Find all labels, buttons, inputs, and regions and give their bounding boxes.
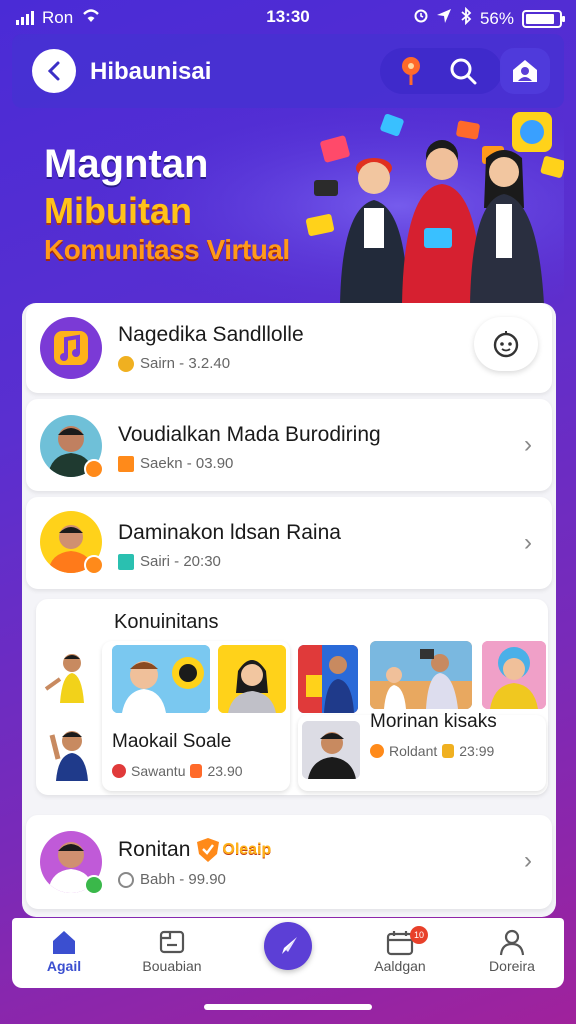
nav-label: Bouabian (142, 958, 202, 974)
folder-icon (159, 930, 185, 954)
nav-label: Agail (46, 958, 82, 974)
ticket-icon (442, 744, 455, 758)
battery-fill (526, 13, 554, 24)
status-bar: Ron 13:30 56% (0, 0, 576, 34)
list-item[interactable]: Nagedika Sandllolle Sairn - 3.2.40 (26, 303, 552, 393)
community-thumbnail (112, 645, 210, 713)
list-item[interactable]: Ronitan Oleaip Babh - 99.90 › (26, 815, 552, 909)
status-right: 56% (414, 6, 565, 30)
promo-banner[interactable]: Magntan Mibuitan Komunitass Virtual (12, 108, 564, 304)
status-badge (84, 555, 104, 575)
home-indicator[interactable] (204, 1004, 372, 1010)
item-title: Daminakon ldsan Raina (118, 521, 341, 544)
nav-label: Doreira (489, 958, 535, 974)
back-button[interactable] (32, 49, 76, 93)
flag-icon (118, 553, 134, 570)
search-icon (450, 58, 477, 85)
badge-icon (370, 744, 384, 758)
chevron-right-icon: › (524, 847, 532, 874)
item-subtitle: Sairi - 20:30 (118, 553, 221, 570)
clock-icon (118, 871, 134, 888)
notification-badge: 10 (410, 926, 428, 944)
chevron-left-icon (47, 61, 60, 81)
waving-kid-figure (44, 654, 84, 703)
status-badge (84, 459, 104, 479)
tag-label: Oleaip (222, 841, 272, 858)
send-icon (282, 937, 297, 954)
item-subtitle: Sairn - 3.2.40 (118, 355, 230, 372)
item-title: Nagedika Sandllolle (118, 323, 304, 346)
card-author: Sawantu (131, 763, 186, 779)
avatar (302, 721, 360, 779)
app-header: Hibaunisai (12, 34, 564, 108)
card-meta: Sawantu 23.90 (112, 763, 243, 779)
item-title-row: Ronitan Oleaip (118, 837, 271, 863)
user-house-icon (513, 60, 537, 82)
chevron-right-icon: › (524, 529, 532, 556)
card-title: Morinan kisaks (370, 711, 497, 732)
card-count: 23.90 (207, 763, 243, 779)
ticket-icon (190, 764, 203, 778)
battery-icon (522, 9, 565, 28)
item-title: Ronitan (118, 838, 191, 861)
map-pin-icon (402, 57, 420, 85)
battery-percent: 56% (479, 8, 514, 28)
community-section: Konuinitans Maokail Soale Sawantu 23.90 (36, 599, 548, 795)
card-author: Roldant (389, 743, 438, 759)
location-icon (436, 8, 452, 29)
item-meta: Saekn - 03.90 (140, 455, 234, 472)
location-pin-button[interactable] (396, 56, 426, 86)
item-meta: Sairi - 20:30 (140, 553, 221, 570)
shield-icon (197, 838, 220, 862)
bluetooth-icon (460, 6, 472, 30)
nav-profile[interactable]: Doreira (462, 926, 562, 974)
chevron-right-icon: › (524, 431, 532, 458)
music-app-icon (40, 317, 102, 379)
coin-icon (118, 355, 134, 372)
nav-home[interactable]: Agail (14, 926, 114, 974)
card-title: Maokail Soale (112, 731, 232, 752)
user-icon (499, 929, 525, 956)
card-count: 23:99 (459, 743, 495, 759)
list-item[interactable]: Daminakon ldsan Raina Sairi - 20:30 › (26, 497, 552, 589)
community-thumbnail (218, 645, 286, 713)
grid-icon (118, 455, 134, 472)
alarm-icon (414, 8, 428, 29)
tag-badge: Oleaip (196, 837, 271, 863)
cheering-kid-figure (49, 731, 88, 781)
page-title: Hibaunisai (90, 58, 212, 85)
banner-subtitle: Mibuitan (44, 190, 192, 231)
chat-bot-button[interactable] (474, 317, 538, 371)
card-meta: Roldant 23:99 (370, 743, 494, 759)
item-subtitle: Saekn - 03.90 (118, 455, 233, 472)
account-button[interactable] (500, 48, 550, 94)
community-card[interactable]: Maokail Soale Sawantu 23.90 (102, 641, 290, 791)
online-badge (84, 875, 104, 895)
nav-label: Aaldgan (374, 958, 426, 974)
create-button[interactable] (264, 922, 312, 970)
banner-tagline: Komunitass Virtual (44, 234, 290, 265)
community-thumbnail[interactable] (298, 645, 358, 713)
item-subtitle: Babh - 99.90 (118, 871, 226, 888)
bottom-navigation: Agail Bouabian 10 Aaldgan Doreira (12, 918, 564, 988)
item-meta: Sairn - 3.2.40 (140, 355, 231, 372)
community-card[interactable]: Morinan kisaks Roldant 23:99 (298, 711, 546, 791)
banner-title: Magntan (44, 142, 209, 186)
item-meta: Babh - 99.90 (140, 871, 226, 888)
community-thumbnail[interactable] (482, 641, 546, 709)
community-thumbnail[interactable] (370, 641, 472, 709)
search-button[interactable] (446, 54, 480, 88)
nav-notifications[interactable]: 10 Aaldgan (350, 926, 450, 974)
heart-badge-icon (112, 764, 126, 778)
list-item[interactable]: Voudialkan Mada Burodiring Saekn - 03.90… (26, 399, 552, 491)
robot-icon (493, 331, 519, 358)
home-icon (53, 931, 75, 954)
nav-content[interactable]: Bouabian (122, 926, 222, 974)
item-title: Voudialkan Mada Burodiring (118, 423, 381, 446)
content-list: Nagedika Sandllolle Sairn - 3.2.40 Voudi… (22, 303, 556, 917)
section-title: Konuinitans (114, 611, 219, 633)
